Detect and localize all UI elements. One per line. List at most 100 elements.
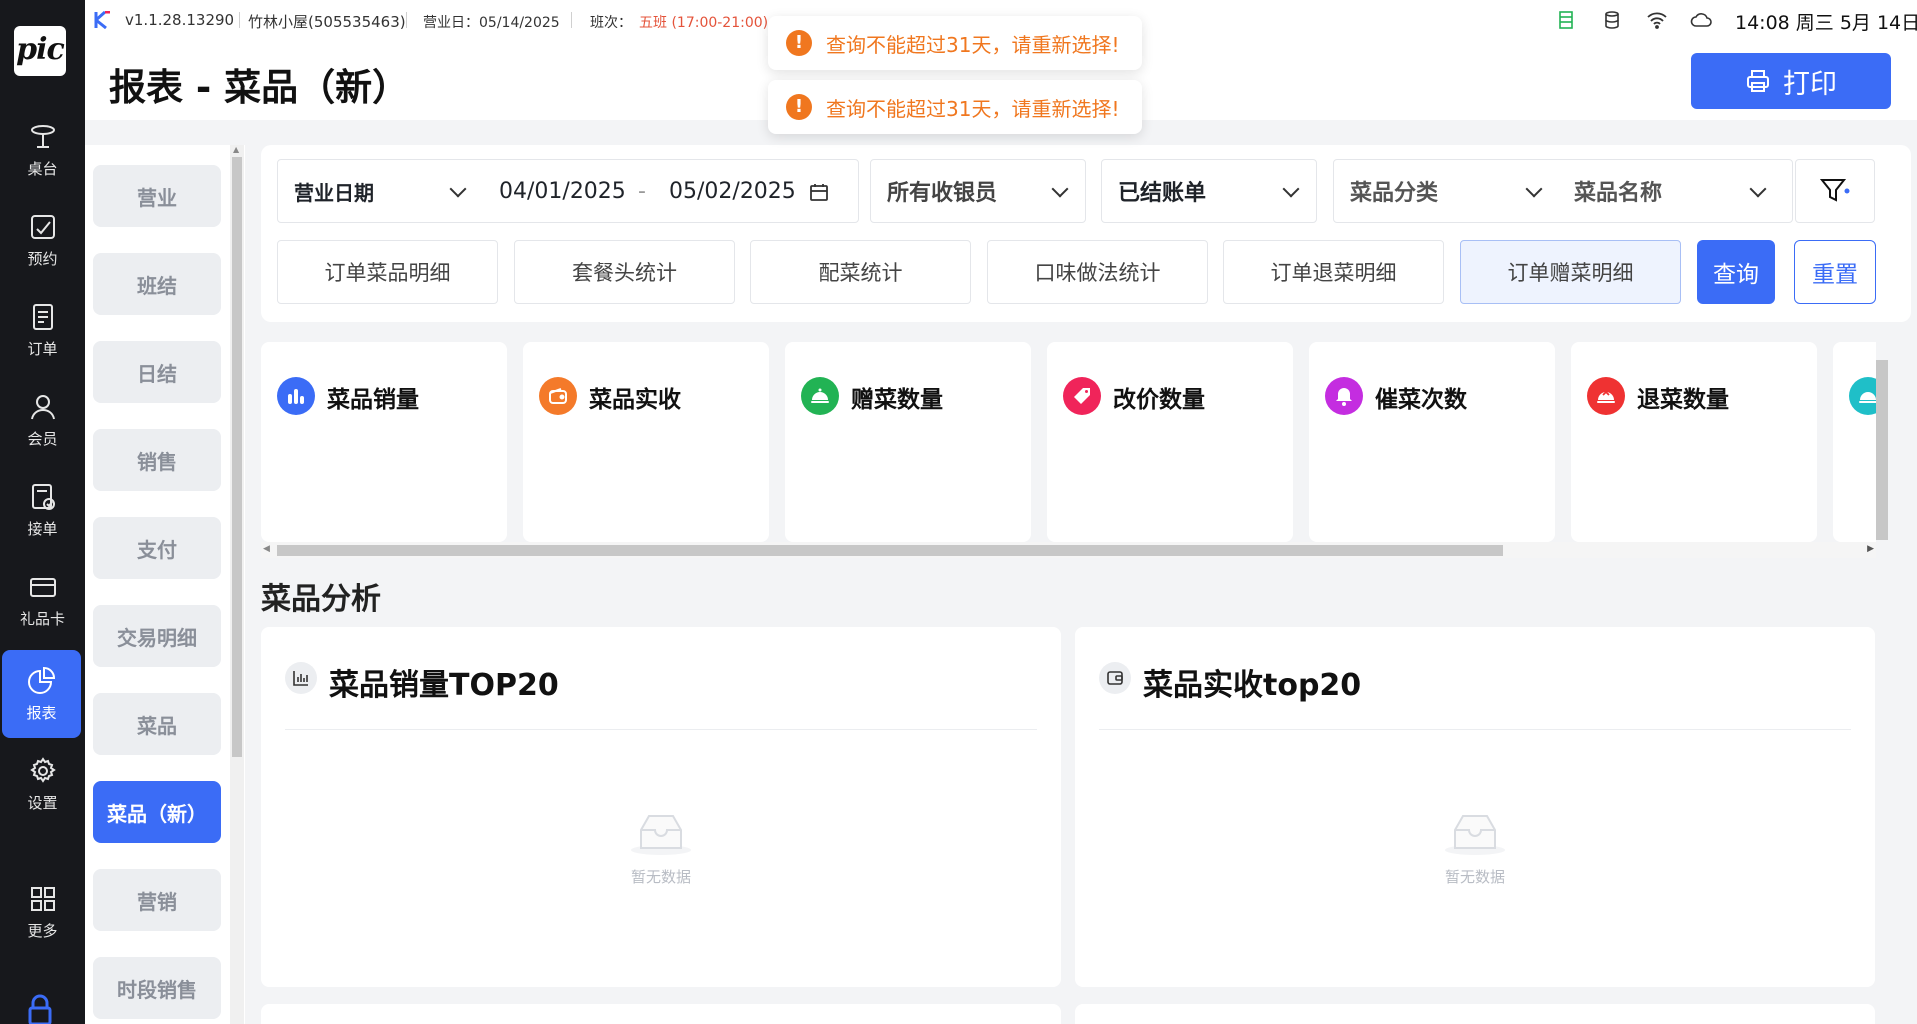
nav-item-gift-card[interactable]: 礼品卡: [0, 556, 85, 644]
content-vertical-scrollbar[interactable]: [1876, 342, 1911, 1024]
chevron-down-icon[interactable]: [1749, 180, 1767, 198]
tab-combo-head-stats[interactable]: 套餐头统计: [514, 240, 735, 304]
metric-card-actual-revenue: 菜品实收: [523, 342, 769, 542]
subnav-item-sales[interactable]: 销售: [93, 429, 221, 491]
empty-box-icon: [631, 815, 691, 855]
store-name: 竹林小屋(505535463): [248, 13, 406, 31]
subnav-item-dishes[interactable]: 菜品: [93, 693, 221, 755]
toast-text: 查询不能超过31天，请重新选择!: [826, 96, 1120, 121]
tab-flavor-stats[interactable]: 口味做法统计: [987, 240, 1208, 304]
chevron-down-icon[interactable]: [449, 180, 467, 198]
nav-label: 桌台: [27, 159, 58, 178]
nav-item-tables[interactable]: 桌台: [0, 106, 85, 194]
advanced-filter-button[interactable]: [1795, 159, 1875, 223]
nav-label: 订单: [27, 339, 58, 358]
sheet-icon: [1559, 11, 1573, 29]
subnav-item-shift-close[interactable]: 班结: [93, 253, 221, 315]
partial-icon: [1849, 377, 1876, 415]
tab-gift-dish-detail[interactable]: 订单赠菜明细: [1460, 240, 1681, 304]
reset-button[interactable]: 重置: [1794, 240, 1876, 304]
chart-card-title: 菜品销量TOP20: [329, 668, 559, 703]
nav-item-members[interactable]: 会员: [0, 376, 85, 464]
nav-label: 报表: [26, 703, 57, 722]
cashier-filter[interactable]: 所有收银员: [870, 159, 1086, 223]
metric-card-sales-volume: 菜品销量: [261, 342, 507, 542]
subnav-item-marketing[interactable]: 营销: [93, 869, 221, 931]
metric-label: 改价数量: [1113, 387, 1205, 413]
calendar-icon[interactable]: [809, 182, 829, 202]
cloud-icon: [1690, 13, 1712, 27]
database-icon: [1605, 11, 1619, 29]
subnav-item-period-sales[interactable]: 时段销售: [93, 957, 221, 1019]
bar-chart-icon: [285, 662, 317, 694]
dish-category-select[interactable]: 菜品分类: [1350, 175, 1438, 207]
price-tag-icon: [1063, 377, 1101, 415]
return-dish-icon: [1587, 377, 1625, 415]
chart-card-revenue-top20: 菜品实收top20 暂无数据: [1075, 627, 1875, 987]
empty-text: 暂无数据: [630, 868, 691, 886]
nav-label: 礼品卡: [19, 609, 65, 628]
chart-card-title: 菜品实收top20: [1143, 668, 1362, 703]
shift-value: 五班 (17:00-21:00): [639, 15, 769, 31]
divider: [285, 729, 1037, 730]
subnav-item-business[interactable]: 营业: [93, 165, 221, 227]
date-separator: -: [638, 178, 646, 204]
chevron-down-icon[interactable]: [1525, 180, 1543, 198]
scroll-thumb[interactable]: [232, 157, 242, 757]
query-button[interactable]: 查询: [1697, 240, 1775, 304]
subnav-item-transactions[interactable]: 交易明细: [93, 605, 221, 667]
bill-status-select[interactable]: 已结账单: [1118, 175, 1206, 207]
scroll-thumb[interactable]: [277, 545, 1503, 556]
nav-item-more[interactable]: 更多: [0, 868, 85, 956]
scroll-right-arrow[interactable]: ▶: [1867, 544, 1874, 554]
metrics-horizontal-scrollbar[interactable]: ◀ ▶: [261, 542, 1876, 558]
gift-card-icon: [29, 577, 56, 597]
warning-icon: !: [786, 30, 812, 56]
date-start-input[interactable]: 04/01/2025: [499, 179, 626, 204]
tab-return-dish-detail[interactable]: 订单退菜明细: [1223, 240, 1444, 304]
nav-item-reports[interactable]: 报表: [2, 650, 81, 738]
dish-name-select[interactable]: 菜品名称: [1574, 175, 1662, 207]
report-icon: [27, 666, 55, 694]
business-day: 营业日：05/14/2025: [423, 15, 560, 31]
toast-text: 查询不能超过31天，请重新选择!: [826, 32, 1120, 57]
chart-card-partial: [1075, 1004, 1875, 1024]
empty-box-icon: [1445, 815, 1505, 855]
tab-side-dish-stats[interactable]: 配菜统计: [750, 240, 971, 304]
chevron-down-icon: [1051, 180, 1069, 198]
empty-text: 暂无数据: [1444, 868, 1505, 886]
subnav-item-payment[interactable]: 支付: [93, 517, 221, 579]
member-icon: [30, 394, 55, 419]
nav-label: 会员: [27, 429, 58, 448]
cashier-select[interactable]: 所有收银员: [887, 175, 997, 207]
subnav-item-dishes-new[interactable]: 菜品（新）: [93, 781, 221, 843]
app-brand-icon: [94, 11, 112, 29]
subnav-scrollbar[interactable]: ▲: [230, 145, 244, 1024]
gift-dish-icon: [801, 377, 839, 415]
print-button[interactable]: 打印: [1691, 53, 1891, 109]
scroll-left-arrow[interactable]: ◀: [263, 544, 270, 554]
date-end-input[interactable]: 05/02/2025: [669, 179, 796, 204]
divider: [1099, 729, 1851, 730]
subnav-item-daily-close[interactable]: 日结: [93, 341, 221, 403]
wallet-icon: [539, 377, 577, 415]
nav-item-reservations[interactable]: 预约: [0, 196, 85, 284]
toast-warning: ! 查询不能超过31天，请重新选择!: [768, 16, 1142, 70]
nav-item-settings[interactable]: 设置: [0, 740, 85, 828]
scroll-up-arrow[interactable]: ▲: [233, 145, 239, 154]
lock-icon[interactable]: [27, 994, 53, 1024]
metric-label: 退菜数量: [1637, 387, 1729, 413]
metric-card-partial: [1833, 342, 1876, 542]
metric-card-gift-dishes: 赠菜数量: [785, 342, 1031, 542]
scroll-thumb[interactable]: [1876, 360, 1888, 540]
nav-item-orders[interactable]: 订单: [0, 286, 85, 374]
tab-order-dish-detail[interactable]: 订单菜品明细: [277, 240, 498, 304]
date-type-select[interactable]: 营业日期: [294, 177, 374, 206]
printer-icon: [1747, 70, 1769, 92]
nav-item-accept-orders[interactable]: 接单: [0, 466, 85, 554]
nav-label: 设置: [27, 793, 58, 812]
bill-status-filter[interactable]: 已结账单: [1101, 159, 1317, 223]
metric-label: 催菜次数: [1375, 387, 1467, 413]
order-icon: [32, 303, 53, 330]
metric-label: 菜品销量: [327, 387, 419, 413]
